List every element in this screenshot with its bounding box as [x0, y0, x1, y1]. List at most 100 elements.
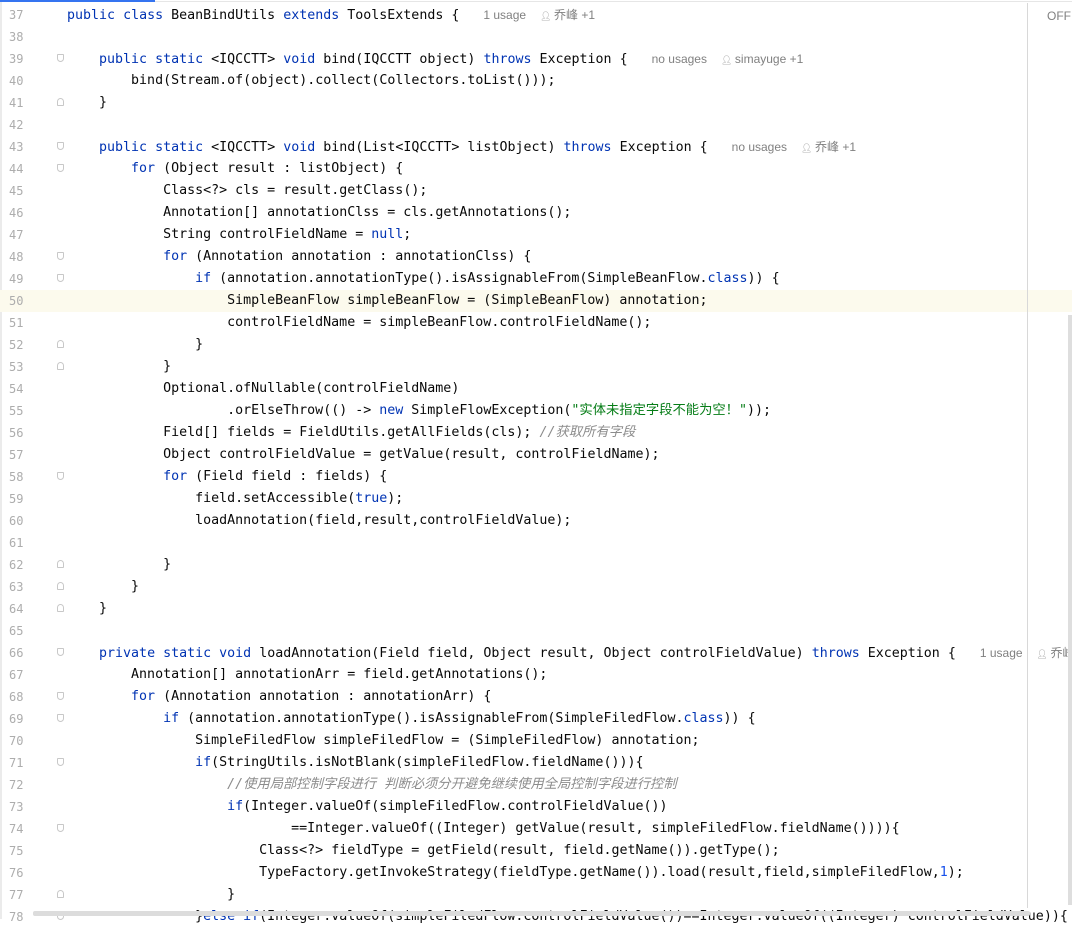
line-number[interactable]: 75 [9, 840, 33, 862]
line-number[interactable]: 38 [9, 26, 33, 48]
code-line[interactable]: 57 Object controlFieldValue = getValue(r… [0, 444, 1072, 466]
fold-start-icon[interactable] [57, 758, 64, 766]
code-line[interactable]: 39 public static <IQCCTT> void bind(IQCC… [0, 48, 1072, 70]
code-line[interactable]: 62 } [0, 554, 1072, 576]
code-line[interactable]: 46 Annotation[] annotationClss = cls.get… [0, 202, 1072, 224]
author-hint[interactable]: 👤︎ 乔峰 +1 [540, 8, 595, 22]
code-line[interactable]: 58 for (Field field : fields) { [0, 466, 1072, 488]
code-line[interactable]: 74 ==Integer.valueOf((Integer) getValue(… [0, 818, 1072, 840]
code-line[interactable]: 48 for (Annotation annotation : annotati… [0, 246, 1072, 268]
code-line[interactable]: 45 Class<?> cls = result.getClass(); [0, 180, 1072, 202]
line-number[interactable]: 60 [9, 510, 33, 532]
fold-end-icon[interactable] [57, 362, 64, 370]
line-number[interactable]: 71 [9, 752, 33, 774]
code-line[interactable]: 60 loadAnnotation(field,result,controlFi… [0, 510, 1072, 532]
fold-start-icon[interactable] [57, 252, 64, 260]
fold-end-icon[interactable] [57, 604, 64, 612]
code-line[interactable]: 49 if (annotation.annotationType().isAss… [0, 268, 1072, 290]
line-number[interactable]: 56 [9, 422, 33, 444]
code-line[interactable]: 63 } [0, 576, 1072, 598]
line-number[interactable]: 73 [9, 796, 33, 818]
fold-start-icon[interactable] [57, 472, 64, 480]
code-line[interactable]: 73 if(Integer.valueOf(simpleFiledFlow.co… [0, 796, 1072, 818]
inlay-hint[interactable]: no usages 👤︎ simayuge +1 [652, 52, 804, 66]
line-number[interactable]: 45 [9, 180, 33, 202]
line-number[interactable]: 47 [9, 224, 33, 246]
line-number[interactable]: 55 [9, 400, 33, 422]
inlay-hint[interactable]: no usages 👤︎ 乔峰 +1 [732, 140, 856, 154]
line-number[interactable]: 64 [9, 598, 33, 620]
line-number[interactable]: 39 [9, 48, 33, 70]
line-number[interactable]: 70 [9, 730, 33, 752]
fold-start-icon[interactable] [57, 648, 64, 656]
line-number[interactable]: 76 [9, 862, 33, 884]
line-number[interactable]: 54 [9, 378, 33, 400]
code-line[interactable]: 65 [0, 620, 1072, 642]
code-line[interactable]: 56 Field[] fields = FieldUtils.getAllFie… [0, 422, 1072, 444]
usages-hint[interactable]: 1 usage [980, 646, 1023, 660]
line-number[interactable]: 65 [9, 620, 33, 642]
code-line[interactable]: 51 controlFieldName = simpleBeanFlow.con… [0, 312, 1072, 334]
code-line[interactable]: 71 if(StringUtils.isNotBlank(simpleFiled… [0, 752, 1072, 774]
code-line[interactable]: 72 //使用局部控制字段进行 判断必须分开避免继续使用全局控制字段进行控制 [0, 774, 1072, 796]
code-line[interactable]: 76 TypeFactory.getInvokeStrategy(fieldTy… [0, 862, 1072, 884]
line-number[interactable]: 46 [9, 202, 33, 224]
author-hint[interactable]: 👤︎ 乔峰 [1037, 646, 1072, 660]
fold-start-icon[interactable] [57, 142, 64, 150]
line-number[interactable]: 41 [9, 92, 33, 114]
line-number[interactable]: 44 [9, 158, 33, 180]
code-line[interactable]: 59 field.setAccessible(true); [0, 488, 1072, 510]
horizontal-scrollbar[interactable] [33, 911, 1030, 916]
code-line[interactable]: 43 public static <IQCCTT> void bind(List… [0, 136, 1072, 158]
code-line[interactable]: 55 .orElseThrow(() -> new SimpleFlowExce… [0, 400, 1072, 422]
code-line[interactable]: 69 if (annotation.annotationType().isAss… [0, 708, 1072, 730]
fold-end-icon[interactable] [57, 98, 64, 106]
fold-start-icon[interactable] [57, 164, 64, 172]
line-number[interactable]: 49 [9, 268, 33, 290]
code-line[interactable]: 70 SimpleFiledFlow simpleFiledFlow = (Si… [0, 730, 1072, 752]
code-line[interactable]: 52 } [0, 334, 1072, 356]
code-line[interactable]: 78 }else if(Integer.valueOf(simpleFiledF… [0, 906, 1072, 928]
code-line[interactable]: 61 [0, 532, 1072, 554]
line-number[interactable]: 68 [9, 686, 33, 708]
code-line[interactable]: 66 private static void loadAnnotation(Fi… [0, 642, 1072, 664]
line-number[interactable]: 66 [9, 642, 33, 664]
fold-end-icon[interactable] [57, 890, 64, 898]
author-hint[interactable]: 👤︎ simayuge +1 [721, 52, 803, 66]
line-number[interactable]: 78 [9, 906, 33, 928]
line-number[interactable]: 52 [9, 334, 33, 356]
fold-end-icon[interactable] [57, 560, 64, 568]
line-number[interactable]: 58 [9, 466, 33, 488]
vertical-scrollbar[interactable] [1068, 315, 1072, 905]
line-number[interactable]: 53 [9, 356, 33, 378]
line-number[interactable]: 48 [9, 246, 33, 268]
code-line[interactable]: 64 } [0, 598, 1072, 620]
line-number[interactable]: 72 [9, 774, 33, 796]
line-number[interactable]: 61 [9, 532, 33, 554]
code-line[interactable]: 68 for (Annotation annotation : annotati… [0, 686, 1072, 708]
fold-start-icon[interactable] [57, 824, 64, 832]
code-line[interactable]: 42 [0, 114, 1072, 136]
line-number[interactable]: 40 [9, 70, 33, 92]
line-number[interactable]: 37 [9, 4, 33, 26]
inspection-toggle[interactable]: OFF [1047, 9, 1071, 23]
line-number[interactable]: 67 [9, 664, 33, 686]
line-number[interactable]: 57 [9, 444, 33, 466]
fold-end-icon[interactable] [57, 582, 64, 590]
code-line[interactable]: 37 public class BeanBindUtils extends Too… [0, 4, 1072, 26]
fold-start-icon[interactable] [57, 274, 64, 282]
fold-start-icon[interactable] [57, 714, 64, 722]
code-line[interactable]: 77 } [0, 884, 1072, 906]
code-line[interactable]: 54 Optional.ofNullable(controlFieldName) [0, 378, 1072, 400]
line-number[interactable]: 59 [9, 488, 33, 510]
line-number[interactable]: 69 [9, 708, 33, 730]
line-number[interactable]: 51 [9, 312, 33, 334]
fold-start-icon[interactable] [57, 54, 64, 62]
author-hint[interactable]: 👤︎ 乔峰 +1 [801, 140, 856, 154]
line-number[interactable]: 43 [9, 136, 33, 158]
code-line[interactable]: 44 for (Object result : listObject) { [0, 158, 1072, 180]
usages-hint[interactable]: no usages [732, 140, 787, 154]
inlay-hint[interactable]: 1 usage 👤︎ 乔峰 [980, 646, 1072, 660]
inlay-hint[interactable]: 1 usage 👤︎ 乔峰 +1 [483, 8, 595, 22]
code-line[interactable]: 75 Class<?> fieldType = getField(result,… [0, 840, 1072, 862]
